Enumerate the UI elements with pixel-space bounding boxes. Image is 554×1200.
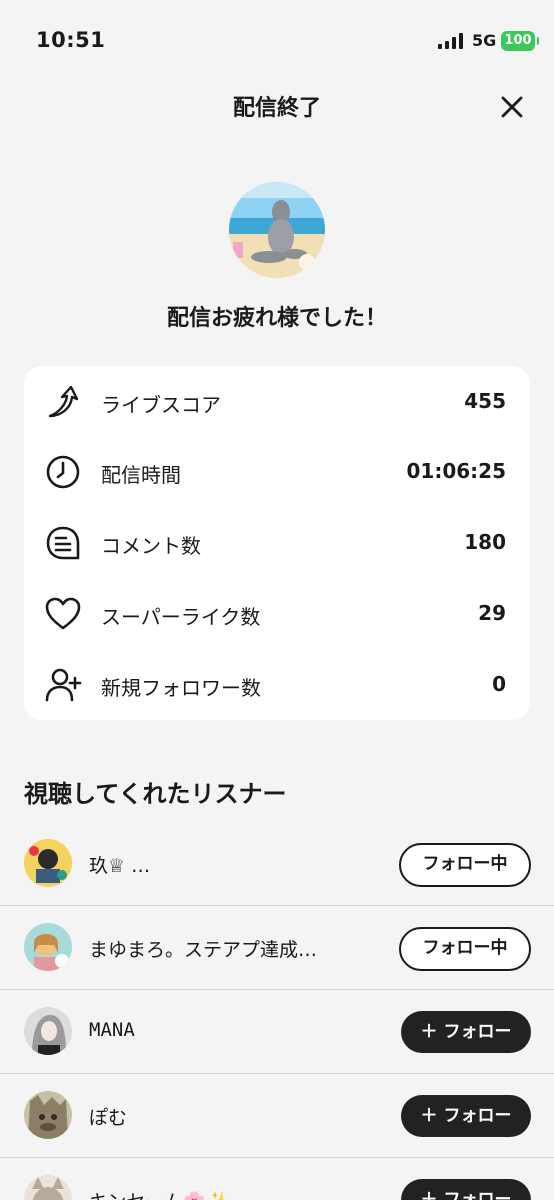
listener-name[interactable]: まゆまろ。ステアプ達成…	[89, 935, 317, 962]
follow-button-label: フォロー	[443, 1190, 512, 1200]
stat-value: 180	[464, 530, 506, 554]
avatar[interactable]	[24, 1007, 72, 1055]
listeners-section-title: 視聴してくれたリスナー	[24, 780, 287, 808]
stat-value: 455	[464, 389, 506, 413]
stat-label: コメント数	[101, 534, 201, 558]
network-label: 5G	[472, 31, 497, 50]
stat-row-duration: 配信時間 01:06:25	[24, 436, 530, 506]
following-button[interactable]: フォロー中	[399, 927, 531, 971]
stat-label: ライブスコア	[101, 393, 221, 417]
signal-icon	[438, 33, 463, 49]
page-title: 配信終了	[232, 96, 321, 121]
avatar[interactable]	[24, 1175, 72, 1200]
plus-icon: ＋	[420, 1022, 444, 1042]
stat-row-new-followers: 新規フォロワー数 0	[24, 649, 530, 719]
listener-row: まゆまろ。ステアプ達成… フォロー中	[0, 906, 554, 990]
clock-icon	[46, 455, 80, 489]
listener-name[interactable]: 玖♕ …	[89, 851, 150, 878]
stat-value: 29	[478, 601, 506, 625]
listener-row: キンセーム🌸✨ ＋ フォロー	[0, 1158, 554, 1200]
stat-label: スーパーライク数	[101, 605, 261, 629]
follow-button-label: フォロー	[443, 1106, 512, 1126]
host-avatar	[229, 182, 325, 278]
avatar[interactable]	[24, 923, 72, 971]
stat-row-live-score: ライブスコア 455	[24, 366, 530, 436]
status-bar: 10:51 5G 100	[0, 0, 554, 80]
listener-name[interactable]: ぽむ	[89, 1103, 127, 1130]
stat-value: 01:06:25	[406, 459, 507, 483]
status-time: 10:51	[36, 28, 106, 52]
follow-button[interactable]: ＋ フォロー	[401, 1095, 531, 1137]
arrow-score-icon	[48, 385, 79, 418]
stat-row-superlikes: スーパーライク数 29	[24, 578, 530, 648]
close-icon[interactable]	[498, 93, 526, 121]
battery-icon: 100	[501, 31, 539, 51]
avatar[interactable]	[24, 1091, 72, 1139]
heart-icon	[45, 597, 81, 630]
follow-button[interactable]: ＋ フォロー	[401, 1179, 531, 1200]
listener-row: 玖♕ … フォロー中	[0, 822, 554, 906]
add-user-icon	[45, 668, 82, 702]
plus-icon: ＋	[420, 1190, 444, 1200]
listener-name[interactable]: MANA	[89, 1019, 135, 1041]
follow-button-label: フォロー	[443, 1022, 512, 1042]
stat-row-comments: コメント数 180	[24, 507, 530, 577]
listener-name[interactable]: キンセーム🌸✨	[89, 1187, 230, 1200]
follow-button[interactable]: ＋ フォロー	[401, 1011, 531, 1053]
stat-label: 新規フォロワー数	[101, 676, 261, 700]
avatar[interactable]	[24, 839, 72, 887]
listener-row: MANA ＋ フォロー	[0, 990, 554, 1074]
stats-card: ライブスコア 455 配信時間 01:06:25 コメント数 180 スーパーラ…	[24, 366, 530, 720]
thanks-message: 配信お疲れ様でした！	[166, 306, 387, 331]
following-button[interactable]: フォロー中	[399, 843, 531, 887]
comment-icon	[46, 526, 80, 560]
listener-row: ぽむ ＋ フォロー	[0, 1074, 554, 1158]
stat-value: 0	[492, 672, 506, 696]
plus-icon: ＋	[420, 1106, 444, 1126]
stat-label: 配信時間	[101, 463, 181, 487]
